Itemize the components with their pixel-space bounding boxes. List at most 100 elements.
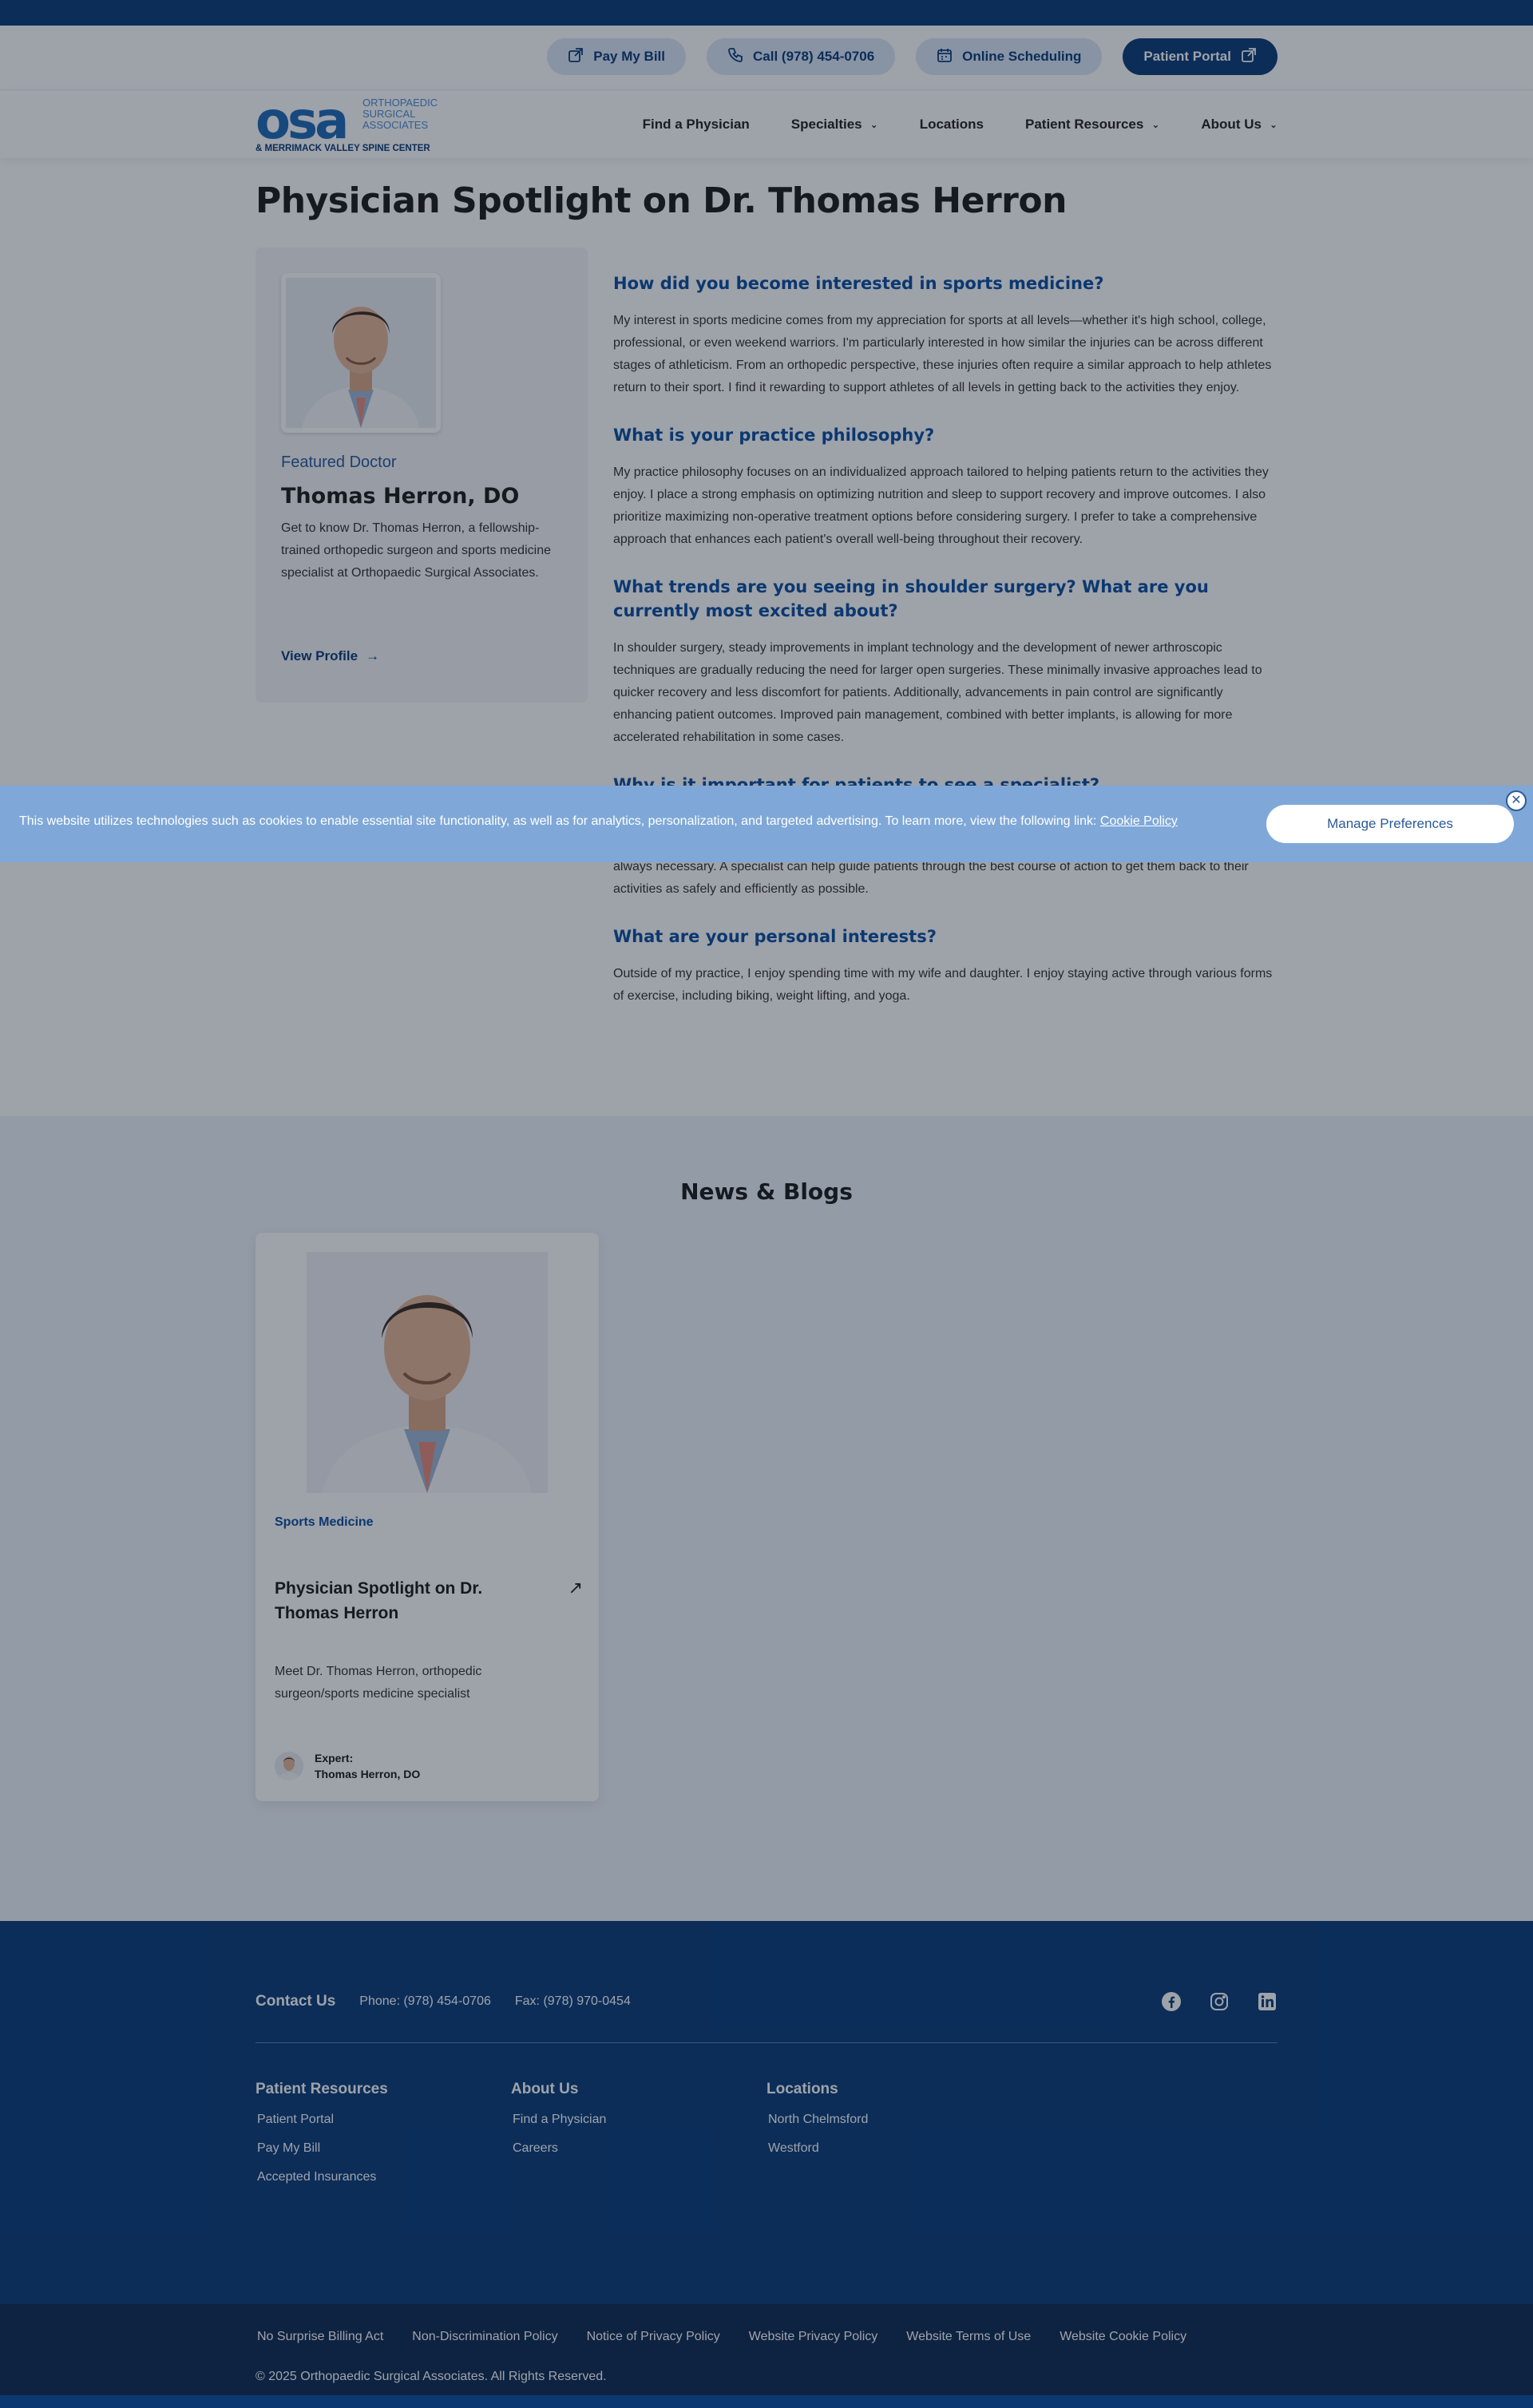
bottom-bar [0,2395,1533,2408]
footer-contact: Contact Us Phone: (978) 454-0706 Fax: (9… [256,1993,631,2010]
avatar [275,1752,303,1780]
footer-col-title: Locations [766,2081,838,2097]
footer-col-title: About Us [511,2081,579,2097]
footer-col-title: Patient Resources [256,2081,388,2097]
top-strip [0,0,1533,26]
cookie-policy-link[interactable]: Cookie Policy [1100,814,1178,828]
qa-answer: My practice philosophy focuses on an ind… [613,465,1269,546]
expert-name: Thomas Herron, DO [315,1768,421,1780]
patient-portal-label: Patient Portal [1143,49,1231,64]
featured-doctor-eyebrow: Featured Doctor [281,453,397,471]
online-scheduling-label: Online Scheduling [962,49,1082,64]
legal-bar: No Surprise Billing Act Non-Discriminati… [0,2304,1533,2395]
contact-label: Contact Us [256,1993,336,2010]
copyright: © 2025 Orthopaedic Surgical Associates. … [256,2370,607,2383]
footer-col-locations: Locations North Chelmsford Westford [766,2081,868,2170]
arrow-up-right-icon[interactable]: ↗ [568,1578,583,1598]
qa-question: How did you become interested in sports … [613,274,1104,293]
close-icon[interactable]: ✕ [1506,790,1527,811]
utility-buttons: Pay My Bill Call (978) 454-0706 Online S… [547,38,1278,75]
arrow-right-icon: → [366,648,380,663]
footer-phone[interactable]: Phone: (978) 454-0706 [359,1994,491,2009]
legal-link[interactable]: Website Terms of Use [906,2330,1031,2344]
pay-bill-button[interactable]: Pay My Bill [547,38,687,75]
view-profile-link[interactable]: View Profile → [281,648,379,664]
footer-col-about-us: About Us Find a Physician Careers [511,2081,606,2170]
footer-link[interactable]: Accepted Insurances [256,2170,388,2184]
news-card[interactable]: Sports Medicine Physician Spotlight on D… [256,1233,599,1801]
chevron-down-icon: ⌄ [1269,119,1278,130]
nav-find-physician[interactable]: Find a Physician [643,117,750,133]
news-headline[interactable]: Physician Spotlight on Dr. Thomas Herron [275,1576,538,1626]
legal-link[interactable]: Website Privacy Policy [749,2330,878,2344]
news-section: News & Blogs Sports Medicine Physician S… [0,1116,1533,1921]
footer-link[interactable]: Westford [766,2141,868,2156]
utility-bar: Pay My Bill Call (978) 454-0706 Online S… [0,26,1533,89]
expert-label: Expert: [315,1752,354,1764]
qa-answer: My interest in sports medicine comes fro… [613,314,1272,394]
linkedin-icon[interactable] [1257,1991,1278,2012]
qa-question: What are your personal interests? [613,927,937,946]
external-link-icon [1241,47,1257,67]
logo-line-2: SURGICAL [362,108,415,120]
doctor-description: Get to know Dr. Thomas Herron, a fellows… [281,521,551,580]
logo-line-1: ORTHOPAEDIC [362,97,438,109]
manage-preferences-button[interactable]: Manage Preferences [1266,805,1514,843]
legal-links: No Surprise Billing Act Non-Discriminati… [257,2330,1186,2344]
pay-bill-label: Pay My Bill [593,49,666,64]
nav-specialties[interactable]: Specialties ⌄ [791,117,878,133]
site-logo[interactable]: osa ORTHOPAEDIC SURGICAL ASSOCIATES & ME… [256,92,444,154]
view-profile-label: View Profile [281,648,358,663]
nav-label: Specialties [790,117,862,132]
news-category[interactable]: Sports Medicine [275,1515,374,1530]
legal-link[interactable]: Notice of Privacy Policy [587,2330,720,2344]
nav-label: Find a Physician [642,117,750,132]
footer-col-patient-resources: Patient Resources Patient Portal Pay My … [256,2081,388,2199]
instagram-icon[interactable] [1209,1991,1230,2012]
calendar-icon [937,47,953,67]
news-description: Meet Dr. Thomas Herron, orthopedic surge… [275,1665,482,1701]
nav-label: Patient Resources [1024,117,1144,132]
footer-link[interactable]: Patient Portal [256,2113,388,2127]
footer-link[interactable]: North Chelmsford [766,2113,868,2127]
nav-menu: Find a Physician Specialties ⌄ Locations … [643,90,1278,159]
social-links [1161,1991,1278,2012]
featured-doctor-card: Featured Doctor Thomas Herron, DO Get to… [256,248,588,703]
footer-link[interactable]: Careers [511,2141,606,2156]
footer: Contact Us Phone: (978) 454-0706 Fax: (9… [0,1921,1533,2304]
cookie-text-wrap: This website utilizes technologies such … [19,814,1178,829]
nav-patient-resources[interactable]: Patient Resources ⌄ [1025,117,1159,133]
nav-label: Locations [919,117,984,132]
cookie-message: This website utilizes technologies such … [19,814,1097,828]
legal-link[interactable]: No Surprise Billing Act [257,2330,383,2344]
call-button[interactable]: Call (978) 454-0706 [707,38,896,75]
nav-label: About Us [1201,117,1262,132]
chevron-down-icon: ⌄ [869,119,878,130]
external-link-icon [568,47,584,67]
qa-question: What is your practice philosophy? [613,426,935,445]
footer-link[interactable]: Pay My Bill [256,2141,388,2156]
qa-question: What trends are you seeing in shoulder s… [613,577,1209,620]
main-nav: osa ORTHOPAEDIC SURGICAL ASSOCIATES & ME… [0,89,1533,158]
news-photo [307,1252,548,1493]
logo-line-4: & MERRIMACK VALLEY SPINE CENTER [256,144,430,153]
online-scheduling-button[interactable]: Online Scheduling [916,38,1103,75]
chevron-down-icon: ⌄ [1151,119,1160,130]
phone-icon [727,47,743,67]
legal-link[interactable]: Website Cookie Policy [1060,2330,1186,2344]
facebook-icon[interactable] [1161,1991,1182,2012]
nav-about-us[interactable]: About Us ⌄ [1201,117,1278,133]
footer-fax: Fax: (978) 970-0454 [514,1994,631,2008]
doctor-photo [281,273,441,433]
logo-mark: osa [256,93,346,151]
news-expert: Expert: Thomas Herron, DO [275,1750,420,1782]
legal-link[interactable]: Non-Discrimination Policy [412,2330,557,2344]
nav-locations[interactable]: Locations [920,117,984,133]
logo-line-3: ASSOCIATES [362,119,428,131]
footer-divider [256,2042,1278,2043]
patient-portal-button[interactable]: Patient Portal [1123,38,1278,75]
qa-content: How did you become interested in sports … [613,271,1278,1032]
qa-answer: In shoulder surgery, steady improvements… [613,641,1262,744]
cookie-banner: This website utilizes technologies such … [0,786,1533,862]
footer-link[interactable]: Find a Physician [511,2113,606,2127]
